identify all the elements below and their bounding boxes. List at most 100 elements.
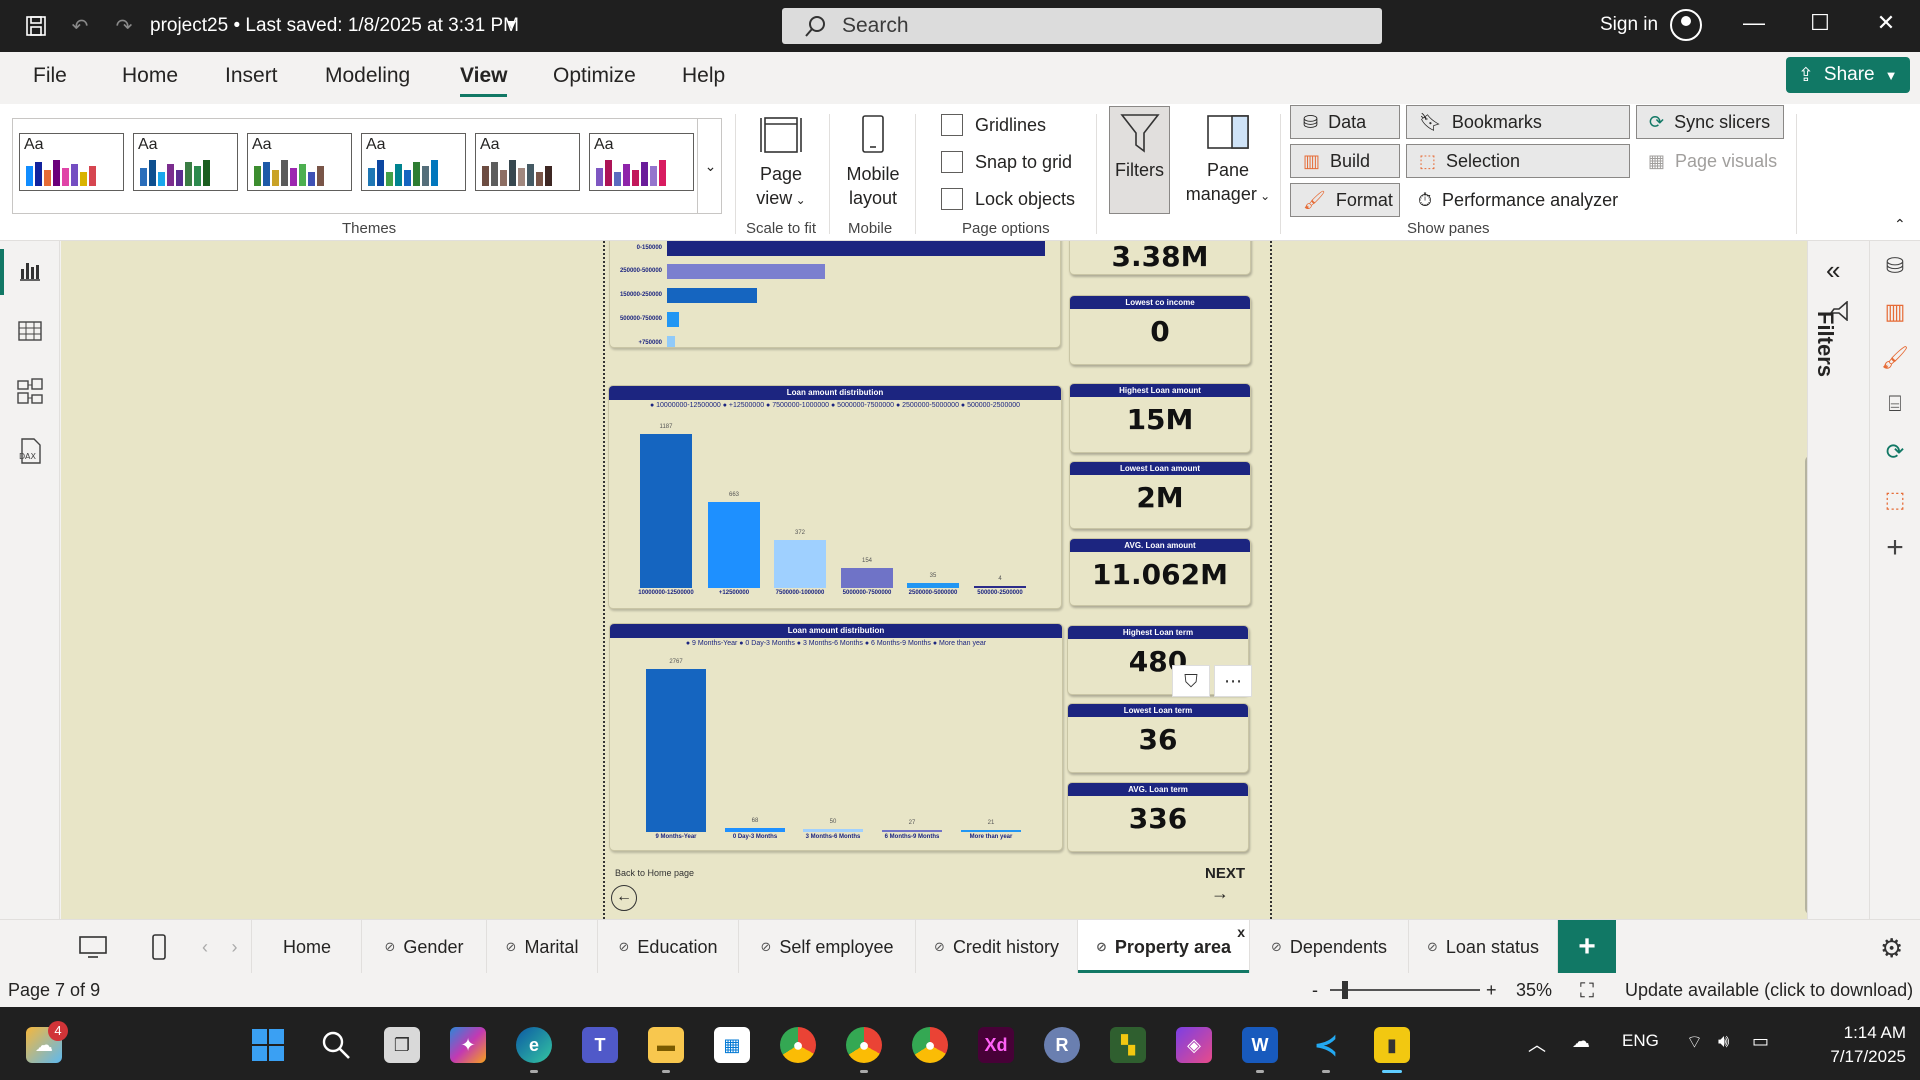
bar[interactable]: [803, 829, 863, 832]
zoom-slider[interactable]: [1330, 989, 1480, 991]
add-pane-icon[interactable]: +: [1880, 531, 1910, 564]
menu-optimize[interactable]: Optimize: [553, 64, 636, 88]
scroll-right-icon[interactable]: ›: [218, 920, 252, 974]
format-icon[interactable]: 🖌︎: [1880, 343, 1910, 373]
bar[interactable]: [667, 241, 1045, 256]
bar[interactable]: [961, 830, 1021, 832]
theme-tile[interactable]: Aa: [133, 133, 238, 191]
lock-objects-checkbox[interactable]: Lock objects: [941, 188, 1075, 210]
store-icon[interactable]: ▦: [714, 1027, 750, 1063]
minimize-icon[interactable]: —: [1734, 10, 1774, 36]
zoom-out-button[interactable]: -: [1312, 980, 1318, 1001]
filter-icon[interactable]: ⛉: [1172, 665, 1210, 697]
theme-tile[interactable]: Aa: [247, 133, 352, 191]
theme-tile[interactable]: Aa: [589, 133, 694, 191]
kpi-card[interactable]: Lowest co income 0: [1069, 295, 1251, 365]
selection-icon[interactable]: ⬚: [1880, 485, 1910, 515]
bar[interactable]: [667, 336, 675, 347]
page-view-button[interactable]: Page view ⌄: [746, 112, 816, 212]
loan-term-chart[interactable]: Loan amount distribution ● 9 Months-Year…: [609, 623, 1063, 851]
kpi-card[interactable]: AVG. Loan term 336: [1067, 782, 1249, 852]
update-available-link[interactable]: Update available (click to download): [1625, 980, 1913, 1001]
mobile-view-icon[interactable]: [126, 920, 192, 974]
bar[interactable]: [708, 501, 760, 588]
r-icon[interactable]: R: [1044, 1027, 1080, 1063]
database-icon[interactable]: ⛁: [1880, 251, 1910, 281]
chevron-down-icon[interactable]: ⌄: [697, 119, 723, 213]
next-link[interactable]: NEXT: [1205, 865, 1245, 882]
bar[interactable]: [841, 568, 893, 588]
sync-slicers-icon[interactable]: ⟳: [1880, 437, 1910, 467]
copilot-icon[interactable]: ✦: [450, 1027, 486, 1063]
format-pane-button[interactable]: 🖌︎ Format: [1290, 183, 1400, 217]
snap-to-grid-checkbox[interactable]: Snap to grid: [941, 151, 1072, 173]
kpi-card[interactable]: 3.38M: [1069, 241, 1251, 275]
volume-icon[interactable]: 🔊︎: [1718, 1031, 1729, 1052]
page-tab-home[interactable]: Home: [253, 920, 362, 974]
language-indicator[interactable]: ENG: [1622, 1031, 1659, 1051]
maximize-icon[interactable]: ☐: [1800, 10, 1840, 36]
pane-manager-button[interactable]: Pane manager ⌄: [1180, 112, 1276, 208]
share-button[interactable]: ⇪ Share ▼: [1786, 57, 1910, 93]
bar[interactable]: [667, 312, 679, 327]
page-tab-marital[interactable]: ⊘ Marital: [487, 920, 598, 974]
task-view-icon[interactable]: ❐: [384, 1027, 420, 1063]
vscode-icon[interactable]: ≺: [1308, 1027, 1344, 1073]
income-bar-chart[interactable]: 0-150000 250000-500000 150000-250000 500000…: [609, 241, 1061, 348]
zoom-level[interactable]: 35%: [1516, 980, 1552, 1001]
loan-amount-chart[interactable]: Loan amount distribution ● 10000000-1250…: [608, 385, 1062, 609]
word-icon[interactable]: W: [1242, 1027, 1278, 1073]
onedrive-icon[interactable]: ☁: [1572, 1031, 1590, 1052]
report-view-icon[interactable]: [14, 255, 46, 287]
theme-tile[interactable]: Aa: [475, 133, 580, 191]
theme-tile[interactable]: Aa: [19, 133, 124, 191]
more-options-icon[interactable]: ⋯: [1214, 665, 1252, 697]
page-tab-dependents[interactable]: ⊘ Dependents: [1250, 920, 1409, 974]
bar[interactable]: [974, 586, 1026, 588]
page-tab-loan-status[interactable]: ⊘ Loan status: [1409, 920, 1558, 974]
add-page-button[interactable]: +: [1558, 920, 1616, 974]
file-explorer-icon[interactable]: ▬: [648, 1027, 684, 1073]
page-tab-education[interactable]: ⊘ Education: [598, 920, 739, 974]
dax-query-view-icon[interactable]: DAX: [14, 435, 46, 467]
scroll-left-icon[interactable]: ‹: [192, 920, 218, 974]
redo-icon[interactable]: ↷: [110, 12, 138, 40]
kpi-card[interactable]: AVG. Loan amount 11.062M: [1069, 538, 1251, 606]
bookmarks-pane-button[interactable]: 🔖︎ Bookmarks: [1406, 105, 1630, 139]
close-icon[interactable]: ✕: [1866, 10, 1906, 36]
menu-view[interactable]: View: [460, 64, 508, 97]
back-arrow-icon[interactable]: ←: [611, 885, 637, 911]
filters-button[interactable]: Filters: [1109, 106, 1170, 214]
close-tab-icon[interactable]: x: [1237, 924, 1245, 940]
build-pane-button[interactable]: ▥ Build: [1290, 144, 1400, 178]
chrome-profile-icon[interactable]: ●: [846, 1027, 882, 1073]
bar[interactable]: [907, 583, 959, 588]
adobe-xd-icon[interactable]: Xd: [978, 1027, 1014, 1063]
sign-in-link[interactable]: Sign in: [1600, 14, 1658, 36]
bar[interactable]: [667, 288, 757, 303]
edge-icon[interactable]: e: [516, 1027, 552, 1073]
menu-home[interactable]: Home: [122, 64, 178, 88]
wifi-icon[interactable]: ⌔: [1686, 1031, 1703, 1054]
desktop-view-icon[interactable]: [60, 920, 126, 974]
kpi-card[interactable]: Lowest Loan term 36: [1067, 703, 1249, 773]
bar[interactable]: [774, 539, 826, 588]
windows-start-icon[interactable]: [250, 1027, 286, 1063]
search-input[interactable]: Search: [782, 8, 1382, 44]
undo-icon[interactable]: ↶: [66, 12, 94, 40]
chevron-down-icon[interactable]: ▼: [505, 16, 519, 32]
kpi-card[interactable]: Lowest Loan amount 2M: [1069, 461, 1251, 529]
teams-icon[interactable]: T: [582, 1027, 618, 1063]
collapse-ribbon-icon[interactable]: ⌃: [1894, 216, 1906, 233]
filters-pane-collapsed[interactable]: « Filters: [1807, 241, 1869, 919]
bookmark-icon[interactable]: ⌸: [1880, 389, 1910, 419]
project-title[interactable]: project25 • Last saved: 1/8/2025 at 3:31…: [150, 15, 519, 37]
bar[interactable]: [882, 830, 942, 832]
data-pane-button[interactable]: ⛁ Data: [1290, 105, 1400, 139]
app-icon[interactable]: ▚: [1110, 1027, 1146, 1063]
clock[interactable]: 1:14 AM 7/17/2025: [1806, 1021, 1906, 1069]
selection-pane-button[interactable]: ⬚ Selection: [1406, 144, 1630, 178]
page-tab-self-employee[interactable]: ⊘ Self employee: [739, 920, 916, 974]
page-tab-property-area[interactable]: ⊘ Property area x: [1078, 920, 1250, 974]
menu-modeling[interactable]: Modeling: [325, 64, 410, 88]
